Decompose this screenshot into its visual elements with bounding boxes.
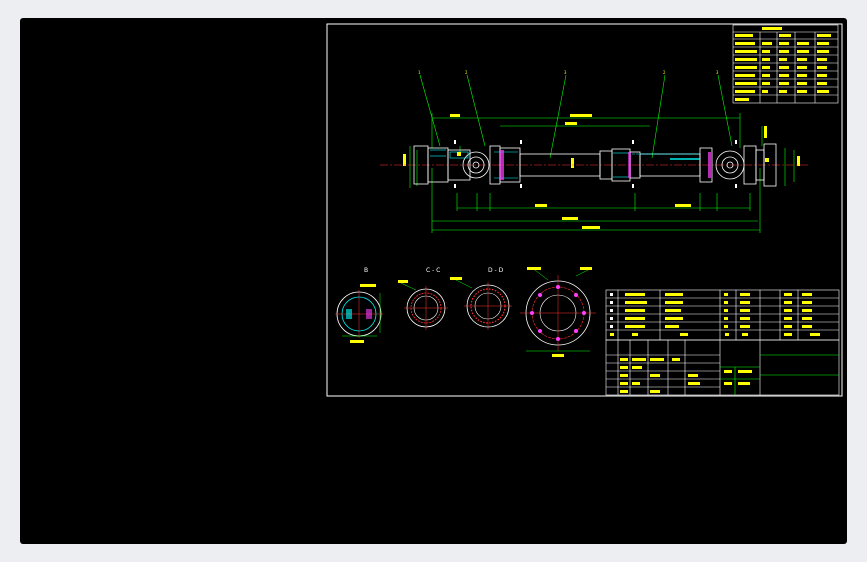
svg-text:3: 3: [716, 70, 719, 75]
cad-viewport[interactable]: 1 2 3 2 3 B C - C D - D: [20, 18, 847, 544]
part-balloons: 1 2 3 2 3: [418, 70, 719, 75]
parameter-table-cells: [735, 27, 831, 101]
section-label-c: C - C: [426, 267, 440, 274]
section-view-b: B: [335, 267, 383, 343]
section-marks: [454, 140, 737, 188]
title-block-green: [720, 354, 839, 395]
section-view-c: C - C: [398, 267, 448, 330]
svg-text:2: 2: [663, 70, 666, 75]
section-view-d: D - D: [450, 267, 512, 330]
section-label-b: B: [364, 267, 368, 274]
section-label-d: D - D: [488, 267, 504, 274]
cad-drawing: 1 2 3 2 3 B C - C D - D: [326, 23, 843, 397]
spline-marker: [628, 152, 631, 178]
svg-text:2: 2: [465, 70, 468, 75]
bom-cells: [610, 293, 820, 336]
flange-view: [520, 267, 596, 357]
svg-text:3: 3: [564, 70, 567, 75]
left-joint-hatch: [430, 149, 518, 179]
svg-text:1: 1: [418, 70, 421, 75]
dimension-texts: [403, 114, 800, 229]
bom-table: [605, 289, 840, 341]
